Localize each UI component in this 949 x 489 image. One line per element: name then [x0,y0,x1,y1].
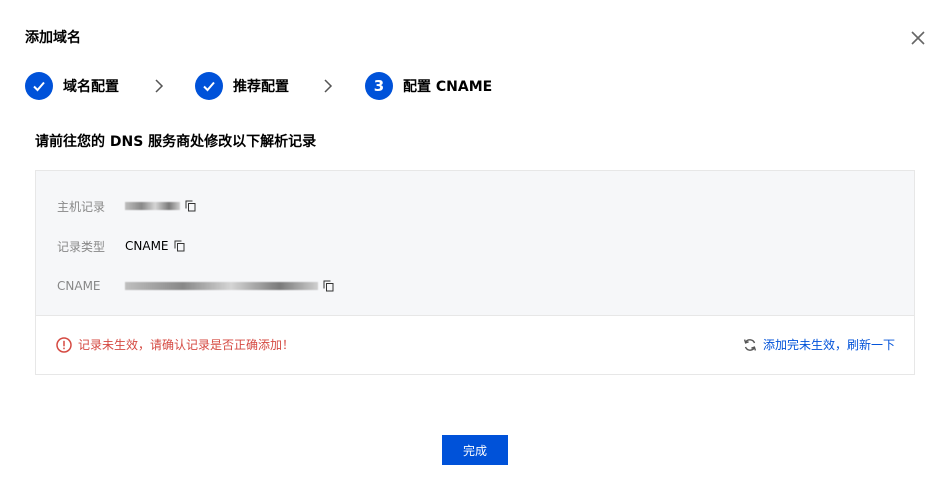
redacted-value [125,282,318,290]
instruction-text: 请前往您的 DNS 服务商处修改以下解析记录 [35,134,317,150]
step-cname-config: 3 配置 CNAME [365,71,492,101]
status-error: 记录未生效，请确认记录是否正确添加！ [56,336,294,353]
redacted-value [125,202,180,210]
step-domain-config: 域名配置 [25,71,119,101]
copy-icon[interactable] [174,240,185,252]
error-icon [56,336,72,353]
close-icon[interactable] [908,28,928,48]
record-type-label: 记录类型 [57,239,106,254]
host-record-value [125,200,196,212]
step-recommended-config: 推荐配置 [195,71,289,101]
chevron-right-icon [324,79,333,93]
record-type-text: CNAME [125,239,169,253]
step-label: 配置 CNAME [403,79,493,95]
record-row-cname: CNAME [57,277,334,295]
check-icon [25,72,53,100]
dns-record-card: 主机记录 记录类型 CNAME CNAME 记录未生效，请确认记录是否正确添加！… [35,170,915,375]
step-number: 3 [365,72,393,100]
dialog-title: 添加域名 [25,30,81,46]
record-row-type: 记录类型 CNAME [57,237,185,255]
refresh-text[interactable]: 添加完未生效，刷新一下 [763,336,895,353]
record-details: 主机记录 记录类型 CNAME CNAME [36,171,914,316]
record-type-value: CNAME [125,239,185,253]
record-row-host: 主机记录 [57,197,196,215]
done-button[interactable]: 完成 [442,435,508,465]
chevron-right-icon [155,79,164,93]
check-icon [195,72,223,100]
cname-label: CNAME [57,279,101,293]
cname-value [125,280,334,292]
host-record-label: 主机记录 [57,199,106,214]
refresh-icon [743,338,757,351]
error-text: 记录未生效，请确认记录是否正确添加！ [78,338,295,352]
copy-icon[interactable] [185,200,196,212]
copy-icon[interactable] [323,280,334,292]
step-indicator: 域名配置 推荐配置 3 配置 CNAME [25,71,545,101]
refresh-link[interactable]: 添加完未生效，刷新一下 [743,336,895,353]
step-label: 推荐配置 [233,79,289,95]
step-label: 域名配置 [63,79,119,95]
